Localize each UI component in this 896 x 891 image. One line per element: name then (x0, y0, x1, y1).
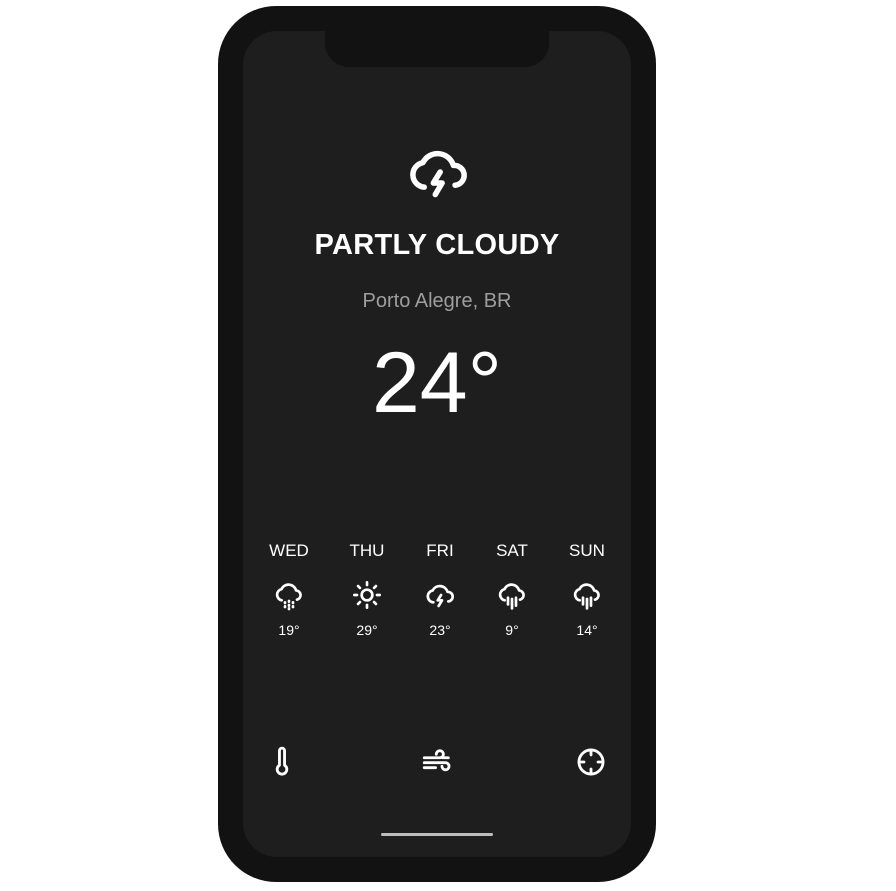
forecast-day-name: SUN (569, 541, 605, 560)
home-indicator[interactable] (381, 833, 493, 836)
sun-icon (351, 579, 383, 611)
weather-condition: PARTLY CLOUDY (314, 229, 560, 261)
thunderstorm-icon (424, 579, 456, 611)
forecast-day-temp: 9° (505, 622, 519, 638)
wind-icon[interactable] (420, 745, 454, 779)
drizzle-icon (273, 579, 305, 611)
thermometer-icon[interactable] (265, 745, 299, 779)
app-screen: PARTLY CLOUDY Porto Alegre, BR 24° WED 1… (243, 31, 631, 857)
forecast-day-temp: 14° (576, 622, 598, 638)
forecast-row: WED 19° THU 29° FRI 23° SAT 9° SUN 14° (243, 541, 631, 651)
forecast-day[interactable]: SAT 9° (477, 541, 547, 638)
rain-icon (571, 579, 603, 611)
location-crosshair-icon[interactable] (574, 745, 608, 779)
phone-frame: PARTLY CLOUDY Porto Alegre, BR 24° WED 1… (218, 6, 656, 882)
location-label: Porto Alegre, BR (362, 290, 512, 312)
forecast-day-temp: 19° (278, 622, 300, 638)
forecast-day[interactable]: SUN 14° (552, 541, 622, 638)
forecast-day-name: FRI (426, 541, 454, 560)
forecast-day-temp: 29° (356, 622, 378, 638)
rain-icon (496, 579, 528, 611)
phone-notch (325, 31, 549, 67)
forecast-day-name: SAT (496, 541, 528, 560)
forecast-day[interactable]: WED 19° (254, 541, 324, 638)
forecast-day-temp: 23° (429, 622, 451, 638)
forecast-day[interactable]: THU 29° (332, 541, 402, 638)
forecast-day[interactable]: FRI 23° (405, 541, 475, 638)
current-temperature: 24° (371, 335, 503, 431)
forecast-day-name: WED (269, 541, 309, 560)
forecast-day-name: THU (349, 541, 385, 560)
thunderstorm-icon (405, 139, 471, 205)
